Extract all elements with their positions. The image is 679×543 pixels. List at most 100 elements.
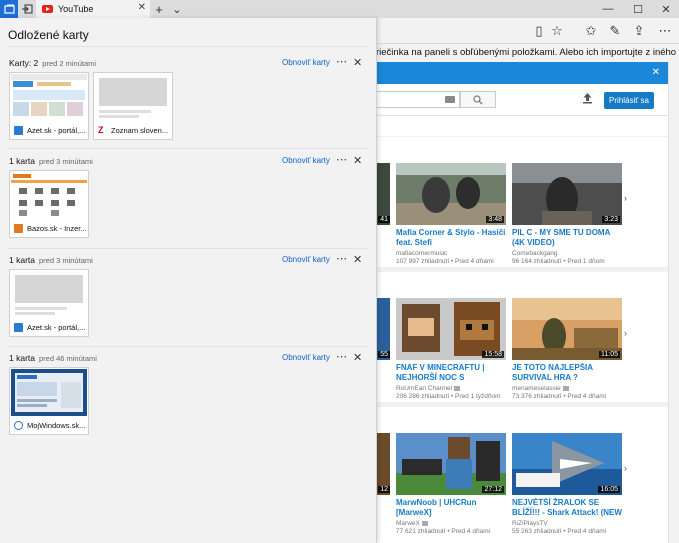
more-button[interactable]: ⋯ [656, 22, 674, 40]
set-aside-icon [21, 4, 32, 14]
group-count: Karty: 2 pred 2 minútami [9, 58, 97, 68]
divider [8, 46, 369, 47]
upload-icon[interactable] [582, 92, 593, 107]
video-title[interactable]: MarwNoob | UHCRun [MarweX] [396, 498, 506, 518]
video-card[interactable]: 16:05 NEJVĚTŠÍ ŽRALOK SE BLÍŽÍ!!! - Shar… [512, 433, 622, 535]
video-thumbnail[interactable]: 27:12 [396, 433, 506, 495]
new-tab-button[interactable]: + [152, 0, 166, 18]
video-thumbnail[interactable]: 11:05 [512, 298, 622, 360]
partial-thumbnail[interactable]: 55 [376, 298, 390, 360]
tab-card-title: Azet.sk - portál,... [27, 125, 86, 135]
tab-card[interactable]: MojWindows.sk... [9, 367, 89, 435]
partial-thumbnail[interactable]: 41 [376, 163, 390, 225]
tab-youtube[interactable]: YouTube ✕ [36, 0, 150, 18]
web-page: ✕ Prihlásiť sa 41 3:48 Mafia Corner & St… [376, 62, 679, 543]
more-options-button[interactable]: ⋯ [336, 55, 347, 68]
close-window-button[interactable]: ✕ [654, 0, 678, 18]
close-icon[interactable]: ✕ [138, 2, 146, 13]
video-card[interactable]: 15:58 FNAF V MINECRAFTU | NEJHORŠÍ NOC S… [396, 298, 506, 400]
video-title[interactable]: Mafia Corner & Stylo - Hasiči feat. Stef… [396, 228, 506, 248]
placeholder-image [99, 78, 167, 106]
restore-tabs-link[interactable]: Obnoviť karty [282, 58, 330, 67]
close-icon: ✕ [353, 352, 363, 364]
page-preview-image [11, 172, 87, 219]
video-card[interactable]: 11:05 JE TOTO NAJLEPŠIA SURVIVAL HRA ? m… [512, 298, 622, 400]
azet-favicon-icon [14, 125, 23, 135]
more-options-button[interactable]: ⋯ [336, 153, 347, 166]
video-title[interactable]: NEJVĚTŠÍ ŽRALOK SE BLÍŽÍ!!! - Shark Atta… [512, 498, 622, 518]
video-thumbnail[interactable]: 16:05 [512, 433, 622, 495]
video-duration: 3:48 [486, 216, 504, 223]
scrollbar[interactable] [668, 62, 679, 543]
remove-group-button[interactable]: ✕ [353, 351, 362, 364]
close-icon: ✕ [353, 57, 363, 69]
close-icon: ✕ [661, 3, 671, 16]
restore-tabs-link[interactable]: Obnoviť karty [282, 156, 330, 165]
restore-tabs-link[interactable]: Obnoviť karty [282, 353, 330, 362]
youtube-header: Prihlásiť sa [376, 84, 668, 116]
more-options-button[interactable]: ⋯ [336, 252, 347, 265]
video-card[interactable]: 27:12 MarwNoob | UHCRun [MarweX] MarweX … [396, 433, 506, 535]
video-channel[interactable]: menameselassie [512, 385, 622, 392]
close-icon[interactable]: ✕ [652, 67, 660, 78]
chevron-right-icon[interactable]: › [624, 193, 627, 203]
tab-list-button[interactable]: ⌄ [170, 0, 184, 18]
favorite-button[interactable]: ☆ [548, 22, 566, 40]
remove-group-button[interactable]: ✕ [353, 56, 362, 69]
video-title[interactable]: PIL C - MY SME TU DOMA (4K VIDEO) [512, 228, 622, 248]
video-channel[interactable]: RiZiPlaysTV [512, 520, 622, 527]
video-meta: 55 263 zhliadnutí • Pred 4 dňami [512, 528, 607, 535]
partial-thumbnail[interactable]: 12 [376, 433, 390, 495]
video-thumbnail[interactable]: 3:48 [396, 163, 506, 225]
remove-group-button[interactable]: ✕ [353, 253, 362, 266]
keyboard-icon[interactable] [445, 96, 455, 103]
search-input[interactable] [376, 91, 460, 108]
maximize-button[interactable]: ☐ [626, 0, 650, 18]
chevron-right-icon[interactable]: › [624, 463, 627, 473]
video-channel[interactable]: Comebackgang [512, 250, 622, 257]
remove-group-button[interactable]: ✕ [353, 154, 362, 167]
video-title[interactable]: JE TOTO NAJLEPŠIA SURVIVAL HRA ? [512, 363, 622, 383]
tab-card[interactable]: Azet.sk - portál,... [9, 269, 89, 337]
zoznam-favicon-icon: Z [98, 125, 107, 135]
tab-card[interactable]: Z Zoznam sloven... [93, 72, 173, 140]
video-card[interactable]: 3:23 PIL C - MY SME TU DOMA (4K VIDEO) C… [512, 163, 622, 265]
close-icon: ✕ [353, 155, 363, 167]
share-button[interactable]: ⇪ [630, 22, 648, 40]
tab-card-footer: Z Zoznam sloven... [94, 121, 172, 139]
tab-preview [11, 74, 87, 121]
verified-icon [454, 385, 461, 391]
more-options-button[interactable]: ⋯ [336, 350, 347, 363]
group-time: pred 46 minútami [39, 354, 97, 363]
placeholder-line [15, 307, 67, 310]
tab-card-title: Zoznam sloven... [111, 125, 169, 135]
sign-in-button[interactable]: Prihlásiť sa [604, 92, 654, 109]
minimize-button[interactable]: — [596, 0, 620, 18]
web-note-button[interactable]: ✎ [606, 22, 624, 40]
chevron-down-icon: ⌄ [172, 3, 182, 16]
group-time: pred 3 minútami [39, 157, 93, 166]
youtube-subheader [376, 116, 668, 136]
video-thumbnail[interactable]: 15:58 [396, 298, 506, 360]
set-aside-tabs-panel: Odložené karty Karty: 2 pred 2 minútami O… [0, 18, 377, 543]
video-channel[interactable]: mafiacornermusic [396, 250, 506, 257]
set-tabs-aside-button[interactable] [18, 0, 36, 18]
tab-card[interactable]: Azet.sk - portál,... [9, 72, 89, 140]
chevron-right-icon[interactable]: › [624, 328, 627, 338]
video-thumbnail[interactable]: 3:23 [512, 163, 622, 225]
tab-card-title: MojWindows.sk... [27, 420, 86, 430]
video-meta: 73 376 zhliadnutí • Pred 4 dňami [512, 393, 607, 400]
favorites-hub-button[interactable]: ✩ [582, 22, 600, 40]
tab-card[interactable]: Bazos.sk - Inzer... [9, 170, 89, 238]
video-card[interactable]: 3:48 Mafia Corner & Stylo - Hasiči feat.… [396, 163, 506, 265]
reading-view-button[interactable]: ▯ [530, 22, 548, 40]
video-title[interactable]: FNAF V MINECRAFTU | NEJHORŠÍ NOC S FREDD… [396, 363, 506, 383]
video-channel[interactable]: RoUmEan Channel [396, 385, 506, 392]
plus-icon: + [155, 1, 163, 17]
set-aside-tabs-button[interactable] [0, 0, 18, 18]
favorites-notice: riečinka na paneli s obľúbenými položkam… [376, 44, 679, 62]
video-channel[interactable]: MarweX [396, 520, 506, 527]
search-button[interactable] [460, 91, 496, 108]
restore-tabs-link[interactable]: Obnoviť karty [282, 255, 330, 264]
video-duration: 27:12 [482, 486, 504, 493]
